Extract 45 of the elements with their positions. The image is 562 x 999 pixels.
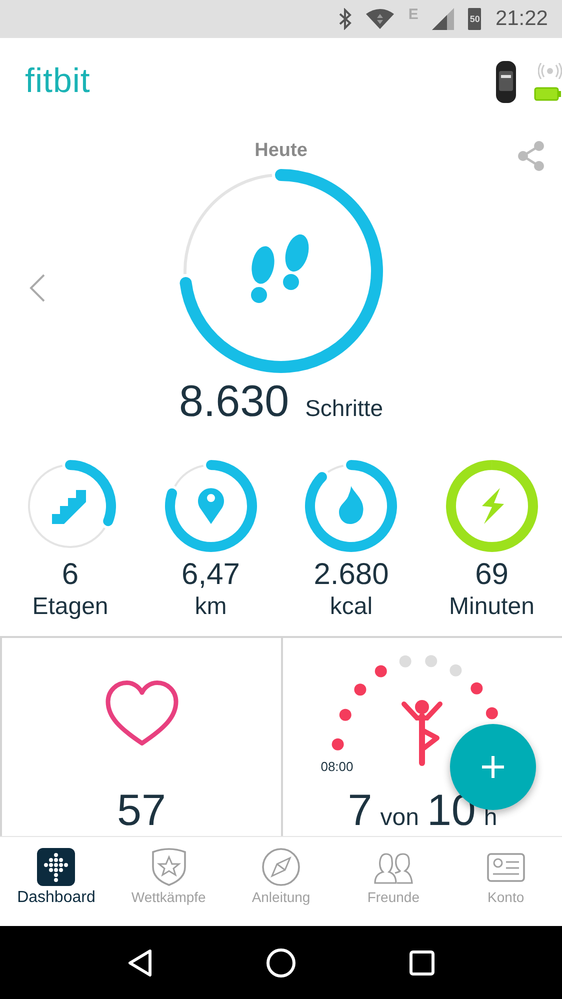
hours-value: 7 [348,788,372,834]
stat-label: Minuten [449,592,534,622]
home-icon[interactable] [266,948,296,978]
heart-rate-tile[interactable]: 57 [0,638,281,836]
steps-count: 8.630 [178,377,290,427]
dots-grid-icon [36,847,76,887]
nav-tab[interactable]: Dashboard [0,837,112,926]
start-time: 08:00 [320,759,354,774]
stat-label: kcal [330,592,373,622]
bluetooth-icon [338,8,352,30]
stat-value: 2.680 [314,558,389,592]
stat-ring-fill [65,460,116,526]
recent-apps-icon[interactable] [409,950,436,976]
clock: 21:22 [495,7,548,31]
heart-rate-value: 57 [117,788,166,834]
nav-tab[interactable]: Wettkämpfe [112,837,225,926]
nav-tab[interactable]: Konto [450,837,562,926]
stat-ring-track [174,464,204,487]
steps-unit: Schritte [305,395,384,422]
lightning-bolt-icon [482,488,504,524]
logo: fitbit [25,62,90,101]
signal-icon [432,8,454,30]
stat-label: Etagen [32,592,108,622]
battery-icon: 50 [468,8,482,30]
stairs-icon [52,490,86,524]
battery-level-icon [534,86,562,100]
sync-icon [538,62,562,78]
hours-unit: h [484,804,498,832]
stat-value: 6 [62,558,79,592]
location-pin-icon [198,488,224,524]
stat-ring-track [328,464,344,473]
day-title: Heute [254,140,308,162]
standing-figure-icon [402,700,442,766]
stat-value: 6,47 [182,558,240,592]
heart-icon [104,679,180,747]
stat-value: 69 [475,558,508,592]
stat-label: km [194,592,227,622]
plus-icon [482,756,504,778]
footprints-icon [251,234,309,303]
back-icon[interactable] [126,948,153,976]
compass-icon [261,847,302,887]
nav-tab[interactable]: Freunde [337,837,450,926]
wifi-icon [366,8,394,30]
hours-of: von [380,804,419,832]
nav-tab[interactable]: Anleitung [224,837,338,926]
